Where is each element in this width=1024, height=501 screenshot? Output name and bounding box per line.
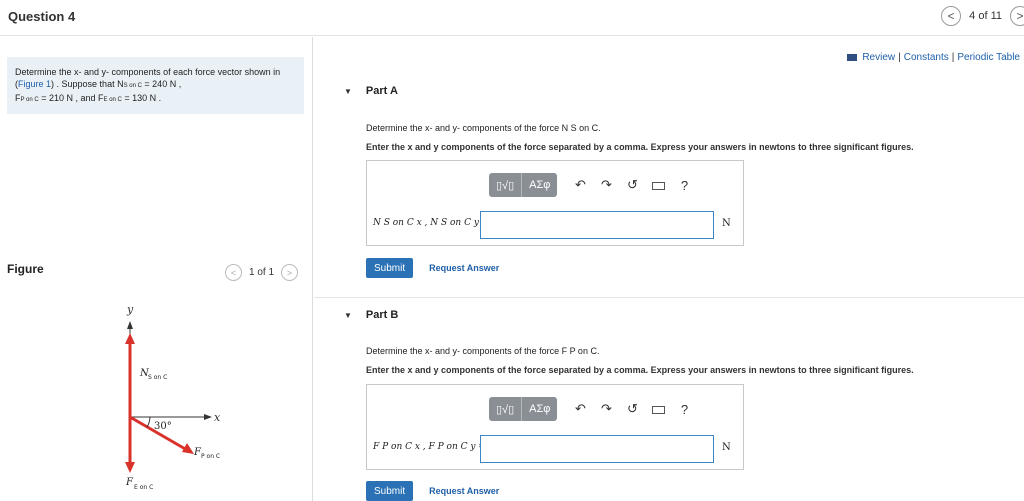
part-a-submit-button[interactable]: Submit — [366, 258, 414, 278]
chevron-left-icon: < — [230, 267, 237, 278]
right-panel: Review | Constants | Periodic Table ▼ Pa… — [314, 37, 1024, 501]
y-axis-arrowhead — [127, 321, 133, 329]
question-position: 4 of 11 — [969, 10, 1002, 22]
left-panel: Determine the x- and y- components of ea… — [0, 37, 313, 501]
caret-down-icon: ▼ — [344, 310, 352, 320]
help-icon[interactable]: ? — [671, 178, 697, 193]
reset-icon[interactable]: ↺ — [619, 401, 645, 417]
figure-link[interactable]: Figure 1 — [18, 79, 51, 89]
force-diagram: y x N S on C F E on C F P on C 30° — [125, 303, 221, 491]
part-b-answer-box: ▯√▯ ΑΣφ ↶ ↷ ↺ ? F P on C x , F P on C y … — [366, 384, 744, 470]
pull-force-subscript: P on C — [201, 453, 220, 460]
earth-force-label: F — [125, 477, 134, 488]
redo-icon[interactable]: ↷ — [593, 177, 619, 193]
part-a-request-answer-link[interactable]: Request Answer — [429, 263, 499, 273]
reset-icon[interactable]: ↺ — [619, 177, 645, 193]
caret-down-icon: ▼ — [344, 86, 352, 96]
next-figure-button[interactable]: > — [281, 264, 299, 281]
problem-statement: Determine the x- and y- components of ea… — [7, 57, 304, 114]
part-b-toolbar: ▯√▯ ΑΣφ ↶ ↷ ↺ ? — [489, 397, 697, 421]
question-nav: < 4 of 11 > — [941, 6, 1024, 26]
part-b-instruction: Enter the x and y components of the forc… — [366, 365, 914, 375]
undo-icon[interactable]: ↶ — [567, 177, 593, 193]
part-b-request-answer-link[interactable]: Request Answer — [429, 486, 499, 496]
keyboard-icon[interactable] — [645, 402, 671, 417]
part-b-header[interactable]: ▼ Part B — [344, 309, 398, 321]
undo-icon[interactable]: ↶ — [567, 401, 593, 417]
chevron-left-icon: < — [947, 9, 955, 23]
part-b-unit: N — [722, 442, 731, 453]
templates-button[interactable]: ▯√▯ — [489, 397, 521, 421]
x-axis-label: x — [214, 411, 221, 424]
figure-nav: < 1 of 1 > — [225, 264, 299, 281]
part-a-equation-label: N S on C x , N S on C y = — [373, 218, 490, 228]
normal-force-subscript: S on C — [148, 374, 167, 381]
angle-arc — [146, 416, 151, 428]
figure-heading: Figure — [7, 262, 44, 276]
greek-symbols-button[interactable]: ΑΣφ — [521, 173, 557, 197]
figure-count: 1 of 1 — [249, 267, 275, 278]
part-b-equation-label: F P on C x , F P on C y = — [373, 442, 486, 452]
normal-force-arrowhead — [125, 333, 135, 344]
redo-icon[interactable]: ↷ — [593, 401, 619, 417]
part-b-question: Determine the x- and y- components of th… — [366, 346, 600, 356]
part-a: ▼ Part A Determine the x- and y- compone… — [314, 85, 1024, 285]
next-question-button[interactable]: > — [1010, 6, 1024, 26]
part-a-header[interactable]: ▼ Part A — [344, 85, 398, 97]
part-a-instruction: Enter the x and y components of the forc… — [366, 142, 914, 152]
periodic-table-link[interactable]: Periodic Table — [957, 52, 1020, 63]
part-a-actions: Submit Request Answer — [366, 258, 499, 278]
x-axis-arrowhead — [204, 414, 212, 420]
math-palette: ▯√▯ ΑΣφ — [489, 173, 558, 197]
part-a-question: Determine the x- and y- components of th… — [366, 123, 601, 133]
part-b-answer-input[interactable] — [480, 435, 714, 463]
prev-figure-button[interactable]: < — [225, 264, 242, 281]
math-palette: ▯√▯ ΑΣφ — [489, 397, 558, 421]
chevron-right-icon: > — [286, 267, 293, 278]
earth-force-subscript: E on C — [134, 484, 153, 491]
part-a-toolbar: ▯√▯ ΑΣφ ↶ ↷ ↺ ? — [489, 173, 697, 197]
part-a-answer-input[interactable] — [480, 211, 714, 239]
part-b: ▼ Part B Determine the x- and y- compone… — [314, 309, 1024, 501]
earth-force-arrowhead — [125, 462, 135, 473]
help-icon[interactable]: ? — [671, 402, 697, 417]
angle-label: 30° — [154, 421, 172, 432]
part-a-answer-box: ▯√▯ ΑΣφ ↶ ↷ ↺ ? N S on C x , N S on C y … — [366, 160, 744, 246]
prev-question-button[interactable]: < — [941, 6, 962, 26]
part-b-title: Part B — [365, 309, 399, 321]
keyboard-icon[interactable] — [645, 178, 671, 193]
question-title: Question 4 — [8, 9, 76, 24]
part-b-submit-button[interactable]: Submit — [366, 481, 414, 501]
greek-symbols-button[interactable]: ΑΣφ — [521, 397, 557, 421]
part-a-unit: N — [722, 218, 731, 229]
book-icon — [847, 54, 858, 61]
templates-button[interactable]: ▯√▯ — [489, 173, 521, 197]
part-divider — [314, 297, 1024, 298]
part-b-actions: Submit Request Answer — [366, 481, 499, 501]
y-axis-label: y — [126, 303, 134, 316]
constants-link[interactable]: Constants — [904, 52, 949, 63]
review-link[interactable]: Review — [862, 52, 895, 63]
resource-links: Review | Constants | Periodic Table — [847, 52, 1020, 63]
question-header: Question 4 < 4 of 11 > — [0, 0, 1024, 36]
part-a-title: Part A — [365, 85, 398, 97]
chevron-right-icon: > — [1016, 9, 1024, 23]
